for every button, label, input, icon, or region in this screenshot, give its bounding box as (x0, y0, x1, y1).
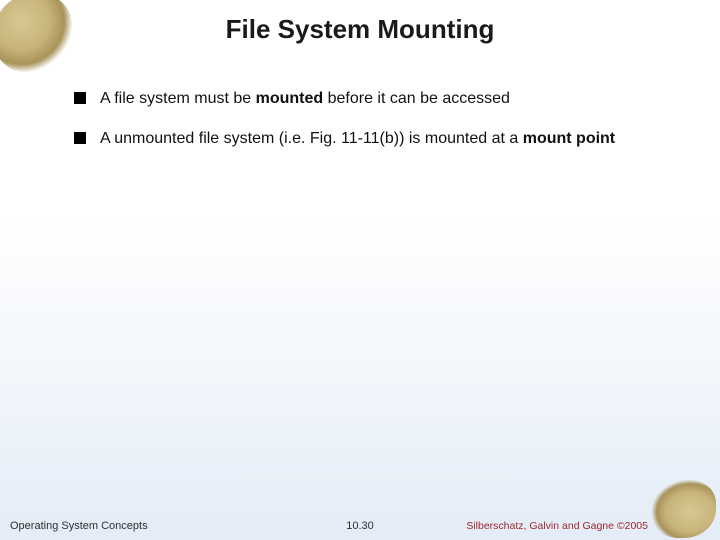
text-bold: mount point (523, 130, 615, 147)
text-segment: A file system must be (100, 90, 256, 107)
footer-copyright: Silberschatz, Galvin and Gagne ©2005 (466, 520, 648, 532)
bullet-text: A file system must be mounted before it … (100, 88, 510, 110)
text-segment: A unmounted file system (i.e. Fig. 11-11… (100, 130, 523, 147)
slide-title: File System Mounting (0, 14, 720, 45)
text-segment: before it can be accessed (323, 90, 510, 107)
footer-page-number: 10.30 (346, 520, 374, 532)
bullet-item: A unmounted file system (i.e. Fig. 11-11… (74, 128, 650, 150)
bullet-item: A file system must be mounted before it … (74, 88, 650, 110)
slide-content: A file system must be mounted before it … (74, 88, 650, 167)
dinosaur-decoration-bottom-right (652, 480, 716, 538)
square-bullet-icon (74, 132, 86, 144)
footer-left-text: Operating System Concepts (10, 520, 148, 532)
text-bold: mounted (256, 90, 324, 107)
slide-footer: Operating System Concepts 10.30 Silbersc… (0, 512, 720, 532)
bullet-text: A unmounted file system (i.e. Fig. 11-11… (100, 128, 615, 150)
square-bullet-icon (74, 92, 86, 104)
